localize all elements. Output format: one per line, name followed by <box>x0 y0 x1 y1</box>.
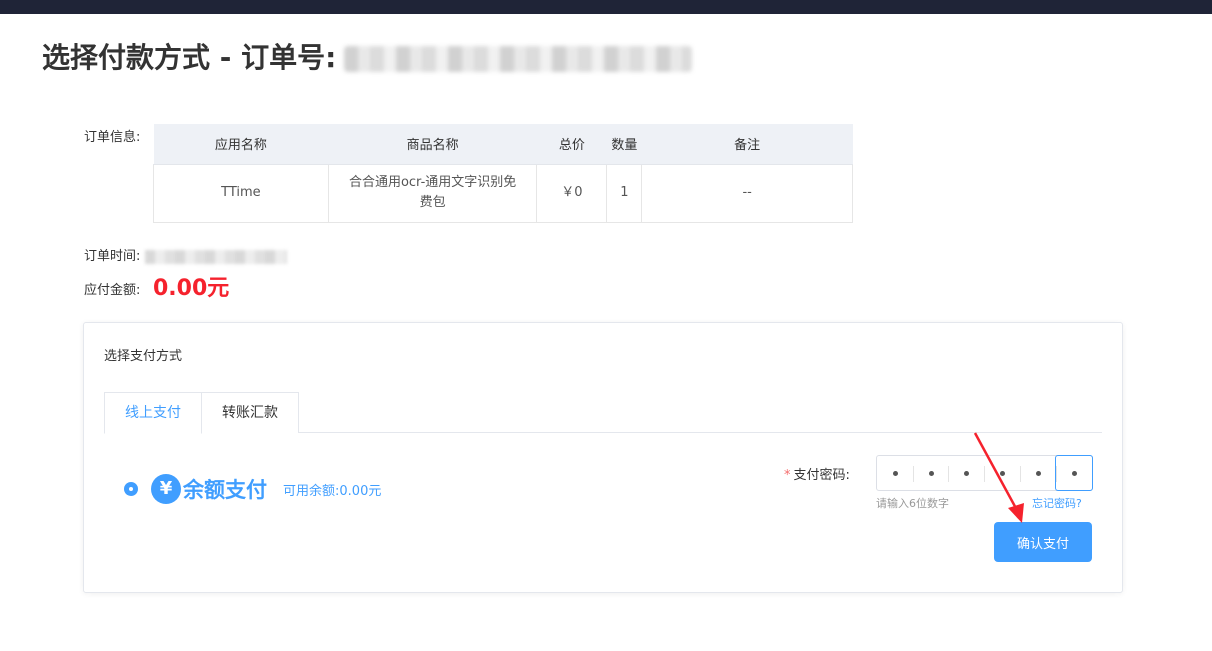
column-header-app: 应用名称 <box>153 124 329 165</box>
page-title-text: 选择付款方式 - 订单号: <box>42 41 337 74</box>
order-time-redacted <box>144 249 287 264</box>
payment-password-label: * 支付密码: <box>784 464 850 483</box>
yen-icon: ¥ <box>151 474 181 504</box>
tab-bank-transfer[interactable]: 转账汇款 <box>201 392 299 433</box>
password-dot <box>1072 471 1078 476</box>
payment-password-label-text: 支付密码: <box>793 468 850 483</box>
top-bar <box>0 0 1212 14</box>
password-dot <box>928 471 934 476</box>
order-info-label: 订单信息: <box>84 130 141 145</box>
column-header-product: 商品名称 <box>328 124 537 165</box>
password-digit-1[interactable] <box>877 456 913 490</box>
column-header-price: 总价 <box>536 124 607 165</box>
arrow-shaft <box>973 432 1020 513</box>
column-header-quantity: 数量 <box>606 124 642 165</box>
order-time-row: 订单时间: <box>84 245 287 264</box>
order-table: 应用名称 商品名称 总价 数量 备注 TTime 合合通用ocr-通用文字识别免… <box>153 124 853 223</box>
cell-remark: -- <box>641 163 853 223</box>
order-time-label: 订单时间: <box>84 249 141 264</box>
order-table-header: 应用名称 商品名称 总价 数量 备注 <box>153 124 853 165</box>
balance-payment-label[interactable]: 余额支付 <box>183 474 267 504</box>
password-dot <box>892 471 898 476</box>
order-number-redacted <box>344 46 693 72</box>
tab-online-payment[interactable]: 线上支付 <box>104 392 202 434</box>
password-dot <box>1035 471 1041 476</box>
arrow-head <box>1008 503 1024 523</box>
amount-due-label: 应付金额: <box>84 283 141 298</box>
available-balance: 可用余额:0.00元 <box>283 480 381 499</box>
cell-price: ￥0 <box>536 163 608 223</box>
payment-tabs: 线上支付 转账汇款 <box>104 392 1102 434</box>
cell-product-name: 合合通用ocr-通用文字识别免费包 <box>327 163 538 223</box>
amount-due-value: 0.00元 <box>153 276 230 301</box>
payment-section-title: 选择支付方式 <box>104 349 183 364</box>
red-arrow-annotation <box>973 432 1024 523</box>
password-digit-6[interactable] <box>1055 455 1094 491</box>
cell-quantity: 1 <box>606 163 643 223</box>
forgot-password-link[interactable]: 忘记密码? <box>1032 495 1082 511</box>
page-title: 选择付款方式 - 订单号: <box>42 36 693 76</box>
password-digit-2[interactable] <box>912 456 949 490</box>
available-balance-value: 0.00元 <box>339 484 382 499</box>
required-mark: * <box>784 468 791 483</box>
column-header-remark: 备注 <box>641 124 853 165</box>
table-row: TTime 合合通用ocr-通用文字识别免费包 ￥0 1 -- <box>153 163 853 223</box>
available-balance-label: 可用余额: <box>283 484 340 499</box>
balance-payment-radio[interactable] <box>124 482 138 496</box>
password-hint: 请输入6位数字 <box>876 497 949 510</box>
cell-app-name: TTime <box>153 163 329 223</box>
